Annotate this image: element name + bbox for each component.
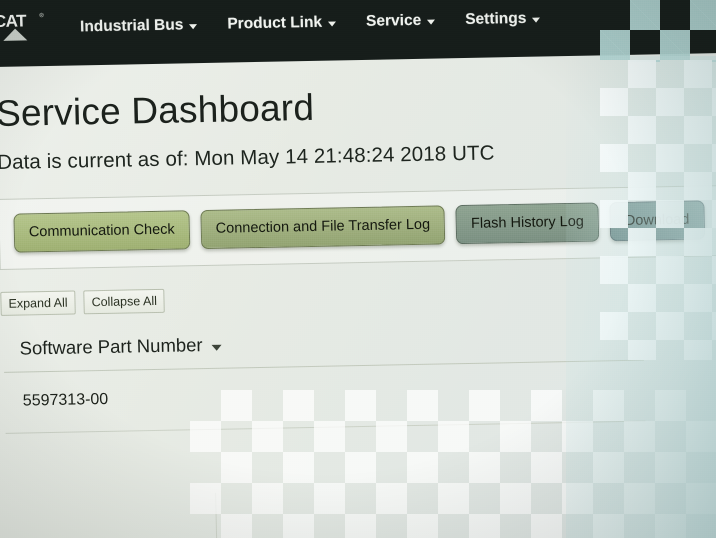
chevron-down-icon: [211, 344, 222, 351]
table-row[interactable]: 5597313-00: [3, 379, 716, 411]
cat-logo-text: CAT: [0, 11, 27, 32]
expand-all-button[interactable]: Expand All: [0, 290, 76, 316]
page-content: Service Dashboard Data is current as of:…: [0, 53, 716, 538]
data-timestamp-label: Data is current as of: Mon May 14 21:48:…: [0, 141, 495, 174]
software-grid: Expand All Collapse All Software Part Nu…: [0, 277, 716, 434]
download-button[interactable]: Download: [609, 200, 705, 241]
action-button-panel: Communication Check Connection and File …: [0, 184, 716, 270]
collapse-all-button[interactable]: Collapse All: [83, 288, 166, 315]
cat-logo[interactable]: CAT ®: [0, 11, 44, 44]
column-header-software-part-number[interactable]: Software Part Number: [1, 324, 716, 360]
grid-toolbar: Expand All Collapse All: [0, 277, 716, 316]
nav-item-service[interactable]: Service: [366, 12, 436, 31]
grid-row-divider: [5, 420, 646, 434]
nav-item-product-link[interactable]: Product Link: [227, 13, 337, 33]
chevron-down-icon: [532, 17, 541, 23]
chevron-down-icon: [328, 21, 337, 27]
connection-and-file-transfer-log-button[interactable]: Connection and File Transfer Log: [200, 205, 446, 249]
nav-item-label: Settings: [465, 9, 527, 28]
column-header-label: Software Part Number: [19, 334, 203, 359]
cat-triangle-icon: [3, 28, 28, 41]
application-window: CAT ® Industrial Bus Product Link Servic…: [0, 0, 716, 538]
grid-header-divider: [4, 359, 645, 373]
action-button-row: Communication Check Connection and File …: [13, 200, 716, 253]
communication-check-button[interactable]: Communication Check: [13, 210, 191, 253]
cat-logo-trademark: ®: [39, 13, 44, 20]
grid-column-divider: [215, 492, 219, 538]
cell-software-part-number: 5597313-00: [22, 390, 109, 410]
nav-item-label: Product Link: [227, 13, 323, 33]
page-title: Service Dashboard: [0, 86, 315, 134]
chevron-down-icon: [427, 19, 436, 25]
chevron-down-icon: [189, 24, 198, 30]
nav-item-industrial-bus[interactable]: Industrial Bus: [80, 16, 198, 36]
nav-item-settings[interactable]: Settings: [465, 10, 541, 29]
photographed-screen: CAT ® Industrial Bus Product Link Servic…: [0, 0, 716, 538]
nav-item-label: Service: [365, 11, 422, 30]
flash-history-log-button[interactable]: Flash History Log: [455, 202, 600, 244]
nav-item-label: Industrial Bus: [79, 16, 184, 36]
